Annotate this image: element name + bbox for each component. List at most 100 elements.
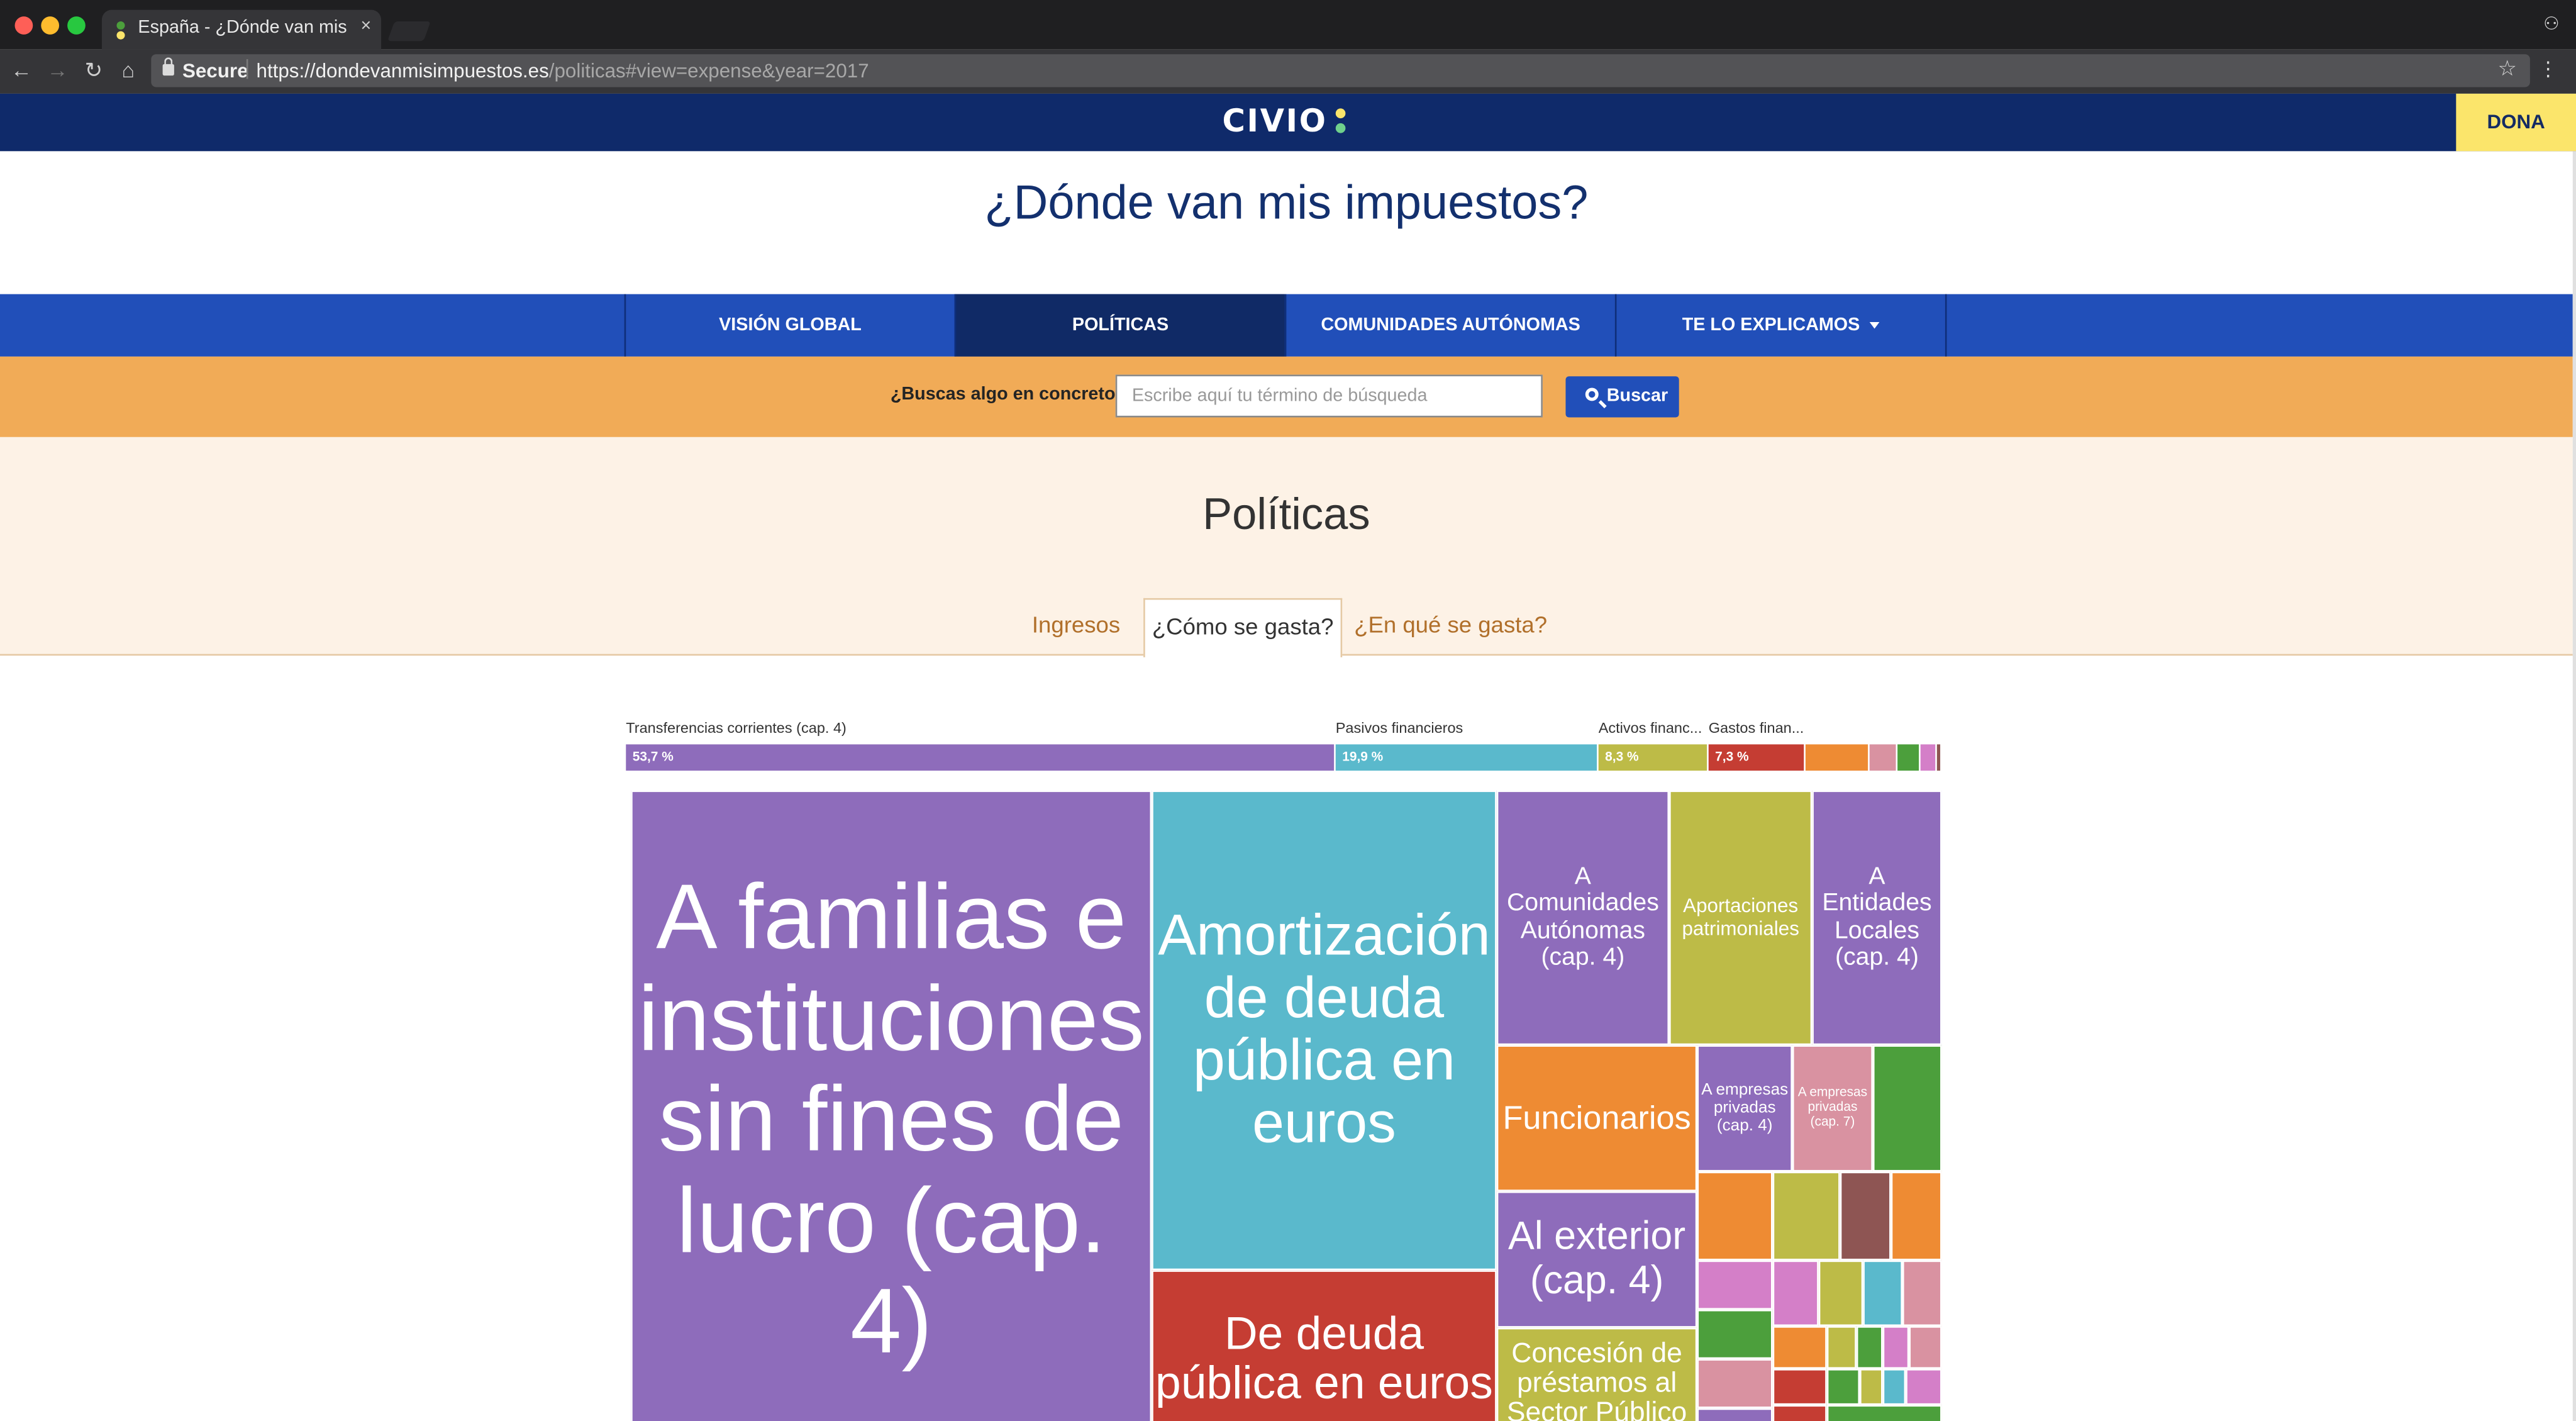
treemap-tile-small[interactable] <box>1772 1405 1827 1421</box>
nav-item-comunidades[interactable]: COMUNIDADES AUTÓNOMAS <box>1284 294 1615 357</box>
home-icon[interactable]: ⌂ <box>116 57 140 82</box>
treemap-tile-label: A empresas privadas (cap. 4) <box>1701 1081 1789 1136</box>
search-input[interactable]: Escribe aquí tu término de búsqueda <box>1115 374 1543 418</box>
treemap-tile-small[interactable] <box>1818 1260 1863 1327</box>
bookmark-star-icon[interactable]: ☆ <box>2498 56 2517 82</box>
nav-item-politicas[interactable]: POLÍTICAS <box>954 294 1285 357</box>
reload-icon[interactable]: ↻ <box>82 57 106 84</box>
lock-icon <box>162 57 174 76</box>
treemap-tile-small[interactable] <box>1697 1171 1773 1261</box>
treemap-tile-label: Al exterior (cap. 4) <box>1507 1214 1686 1303</box>
tab-como-se-gasta[interactable]: ¿Cómo se gasta? <box>1143 598 1343 657</box>
treemap-tile[interactable]: A empresas privadas (cap. 7) <box>1792 1045 1873 1172</box>
treemap-tile-small[interactable] <box>1697 1408 1773 1421</box>
breakdown-segment[interactable]: 19,9 % <box>1335 744 1597 771</box>
url-text: https://dondevanmisimpuestos.es/politica… <box>257 59 869 82</box>
civio-logo[interactable]: CIVIO <box>1223 104 1328 140</box>
treemap-tile-small[interactable] <box>1909 1326 1942 1369</box>
treemap-tile[interactable]: De deuda pública en euros <box>1152 1270 1497 1421</box>
treemap-tile-label: Concesión de préstamos al Sector Público <box>1506 1337 1687 1421</box>
page: España - ¿Dónde van mis impuestos? × ⚇ ←… <box>0 0 2576 1421</box>
treemap-tile-small[interactable] <box>1772 1171 1840 1261</box>
treemap-tile-small[interactable] <box>1906 1369 1942 1405</box>
treemap-tile-label: De deuda pública en euros <box>1155 1307 1493 1408</box>
page-scrollbar[interactable] <box>2572 151 2576 1421</box>
treemap-tile-label: Funcionarios <box>1502 1100 1691 1137</box>
breakdown-segment[interactable]: 7,3 % <box>1708 744 1804 771</box>
breakdown-percentage: 8,3 % <box>1605 749 1639 764</box>
tab-ingresos[interactable]: Ingresos <box>1017 598 1135 657</box>
url-host: https://dondevanmisimpuestos.es <box>256 59 549 82</box>
browser-menu-icon[interactable]: ⋮ <box>2538 57 2558 81</box>
breakdown-segment[interactable] <box>1920 744 1936 771</box>
treemap-tile[interactable]: A Entidades Locales (cap. 4) <box>1812 790 1942 1045</box>
treemap-tile-small[interactable] <box>1772 1369 1827 1405</box>
url-divider <box>246 59 248 79</box>
treemap-tile[interactable]: A Comunidades Autónomas (cap. 4) <box>1496 790 1670 1045</box>
browser-tab[interactable]: España - ¿Dónde van mis impuestos? × <box>101 9 382 50</box>
tab-title: España - ¿Dónde van mis impuestos? <box>138 18 352 38</box>
treemap-tile-small[interactable] <box>1697 1309 1773 1359</box>
treemap-tile-small[interactable] <box>1890 1171 1942 1261</box>
close-icon[interactable]: × <box>361 16 372 36</box>
treemap-tile[interactable]: Al exterior (cap. 4) <box>1496 1191 1697 1328</box>
treemap-tile-small[interactable] <box>1826 1326 1857 1369</box>
treemap-tile[interactable]: Concesión de préstamos al Sector Público <box>1496 1327 1697 1421</box>
treemap-tile-small[interactable] <box>1863 1260 1902 1327</box>
search-button[interactable]: Buscar <box>1565 376 1679 418</box>
nav-item-te-lo-explicamos[interactable]: TE LO EXPLICAMOS <box>1614 294 1945 357</box>
treemap-tile[interactable]: Funcionarios <box>1496 1045 1697 1191</box>
treemap-tile-label: A empresas privadas (cap. 7) <box>1797 1084 1868 1129</box>
favicon-icon <box>116 21 126 40</box>
treemap-tile-label: Amortización de deuda pública en euros <box>1158 904 1491 1155</box>
site-top-bar: CIVIO DONA <box>0 93 2576 152</box>
treemap-tile-small[interactable] <box>1772 1260 1819 1327</box>
nav-divider <box>1945 294 1947 357</box>
treemap-tile[interactable]: Aportaciones patrimoniales <box>1669 790 1813 1045</box>
treemap-tile[interactable]: A empresas privadas (cap. 4) <box>1697 1045 1792 1172</box>
civio-logo-dots <box>1335 108 1346 138</box>
treemap-tile-small[interactable] <box>1882 1326 1909 1369</box>
treemap-tile-small[interactable] <box>1882 1369 1906 1405</box>
treemap-tile-small[interactable] <box>1826 1405 1942 1421</box>
treemap-tile-small[interactable] <box>1902 1260 1942 1327</box>
breakdown-segment[interactable] <box>1869 744 1896 771</box>
treemap-tile-label: Aportaciones patrimoniales <box>1682 893 1799 939</box>
site-title: ¿Dónde van mis impuestos? <box>984 177 1589 230</box>
nav-item-vision-global[interactable]: VISIÓN GLOBAL <box>624 294 955 357</box>
profile-icon[interactable]: ⚇ <box>2543 13 2560 35</box>
search-icon <box>1585 387 1599 401</box>
treemap-tile-small[interactable] <box>1772 1326 1827 1369</box>
treemap-tile-small[interactable] <box>1697 1359 1773 1408</box>
treemap-tile-small[interactable] <box>1860 1369 1883 1405</box>
breakdown-segment[interactable]: 8,3 % <box>1598 744 1707 771</box>
breakdown-segment[interactable] <box>1805 744 1868 771</box>
treemap-tile-small[interactable] <box>1697 1260 1773 1310</box>
caret-down-icon <box>1869 322 1880 329</box>
search-label: ¿Buscas algo en concreto? <box>890 384 1127 404</box>
breakdown-label: Gastos finan... <box>1708 720 1804 737</box>
treemap-tile-small[interactable] <box>1856 1326 1883 1369</box>
window-zoom-dot[interactable] <box>67 16 86 35</box>
donate-button[interactable]: DONA <box>2456 93 2576 152</box>
breakdown-percentage: 7,3 % <box>1715 749 1749 764</box>
new-tab-button[interactable] <box>387 21 431 42</box>
window-minimize-dot[interactable] <box>41 16 60 35</box>
treemap-tile[interactable]: A familias e instituciones sin fines de … <box>631 790 1152 1421</box>
window-close-dot[interactable] <box>14 16 33 35</box>
search-button-label: Buscar <box>1606 386 1668 406</box>
forward-icon[interactable]: → <box>46 57 69 82</box>
treemap-tile-small[interactable] <box>1840 1171 1891 1261</box>
breakdown-segment[interactable] <box>1897 744 1919 771</box>
tab-en-que-se-gasta[interactable]: ¿En qué se gasta? <box>1352 598 1549 657</box>
treemap-tile-small[interactable] <box>1826 1369 1860 1405</box>
back-icon[interactable]: ← <box>10 57 33 82</box>
address-bar[interactable]: Secure https://dondevanmisimpuestos.es/p… <box>151 54 2530 87</box>
breakdown-segment[interactable] <box>1936 744 1941 771</box>
treemap-tile-label: A Comunidades Autónomas (cap. 4) <box>1507 862 1659 971</box>
treemap-tile-small[interactable] <box>1872 1045 1942 1172</box>
breakdown-label: Transferencias corrientes (cap. 4) <box>626 720 847 737</box>
treemap-tile[interactable]: Amortización de deuda pública en euros <box>1152 790 1497 1271</box>
breakdown-label: Activos financ... <box>1598 720 1702 737</box>
breakdown-segment[interactable]: 53,7 % <box>626 744 1335 771</box>
